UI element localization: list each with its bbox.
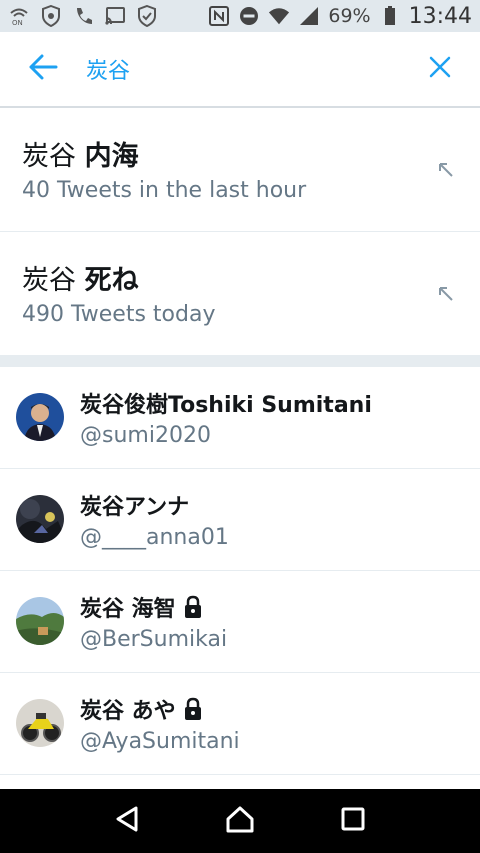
user-display-name: 炭谷アンナ bbox=[80, 489, 189, 521]
nfc-icon bbox=[208, 5, 230, 27]
clock: 13:44 bbox=[408, 3, 472, 29]
battery-percent: 69% bbox=[328, 5, 371, 27]
battery-icon bbox=[379, 5, 401, 27]
user-result-row[interactable]: 炭谷俊樹Toshiki Sumitani @sumi2020 bbox=[0, 367, 480, 469]
nav-recents-button[interactable] bbox=[323, 791, 383, 851]
clear-search-button[interactable] bbox=[400, 31, 480, 107]
system-nav-bar bbox=[0, 789, 480, 853]
signal-icon bbox=[298, 5, 320, 27]
shield-check-icon bbox=[136, 5, 158, 27]
back-triangle-icon bbox=[114, 805, 140, 837]
avatar bbox=[16, 495, 64, 543]
do-not-disturb-icon bbox=[238, 5, 260, 27]
suggestion-title: 炭谷 内海 bbox=[22, 134, 139, 173]
user-handle: @sumi2020 bbox=[80, 423, 211, 448]
fill-query-arrow-icon[interactable] bbox=[434, 158, 458, 182]
search-query-input[interactable]: 炭谷 bbox=[86, 53, 400, 85]
recents-square-icon bbox=[341, 807, 365, 835]
search-suggestion[interactable]: 炭谷 死ね 490 Tweets today bbox=[0, 232, 480, 356]
user-result-row[interactable]: 炭谷アンナ @____anna01 bbox=[0, 469, 480, 571]
suggestion-subtitle: 40 Tweets in the last hour bbox=[22, 178, 307, 203]
user-name-text: 炭谷 あや bbox=[80, 699, 176, 724]
back-button[interactable] bbox=[0, 31, 86, 107]
status-bar: ON 69% 13:44 bbox=[0, 0, 480, 32]
suggestion-subtitle: 490 Tweets today bbox=[22, 302, 216, 327]
suggestion-highlight: 内海 bbox=[84, 141, 139, 172]
lock-icon bbox=[182, 595, 204, 619]
user-handle: @BerSumikai bbox=[80, 627, 228, 652]
suggestion-prefix: 炭谷 bbox=[22, 141, 85, 172]
user-display-name: 炭谷 あや bbox=[80, 693, 204, 725]
list-item bbox=[0, 775, 480, 789]
user-display-name: 炭谷俊樹Toshiki Sumitani bbox=[80, 387, 372, 419]
avatar bbox=[16, 393, 64, 441]
user-result-row[interactable]: 炭谷 海智 @BerSumikai bbox=[0, 571, 480, 673]
search-suggestion[interactable]: 炭谷 内海 40 Tweets in the last hour bbox=[0, 108, 480, 232]
avatar bbox=[16, 597, 64, 645]
phone-icon bbox=[72, 5, 94, 27]
svg-text:ON: ON bbox=[12, 19, 23, 27]
close-icon bbox=[429, 56, 451, 82]
suggestion-title: 炭谷 死ね bbox=[22, 258, 139, 297]
user-handle: @AyaSumitani bbox=[80, 729, 240, 754]
cast-icon bbox=[104, 5, 126, 27]
shield-icon bbox=[40, 5, 62, 27]
user-display-name: 炭谷 海智 bbox=[80, 591, 204, 623]
wifi-icon bbox=[268, 5, 290, 27]
home-icon bbox=[225, 805, 255, 837]
user-handle: @____anna01 bbox=[80, 525, 229, 550]
user-name-text: 炭谷俊樹Toshiki Sumitani bbox=[80, 393, 372, 418]
user-name-text: 炭谷アンナ bbox=[80, 495, 190, 520]
user-result-row[interactable]: 炭谷 あや @AyaSumitani bbox=[0, 673, 480, 775]
lock-icon bbox=[182, 697, 204, 721]
suggestion-highlight: 死ね bbox=[84, 265, 139, 296]
user-name-text: 炭谷 海智 bbox=[80, 597, 176, 622]
wifi-calling-icon: ON bbox=[8, 5, 30, 27]
section-divider bbox=[0, 355, 480, 367]
nav-home-button[interactable] bbox=[210, 791, 270, 851]
avatar bbox=[16, 699, 64, 747]
nav-back-button[interactable] bbox=[97, 791, 157, 851]
suggestion-prefix: 炭谷 bbox=[22, 265, 85, 296]
arrow-left-icon bbox=[28, 54, 58, 84]
search-header: 炭谷 bbox=[0, 32, 480, 108]
fill-query-arrow-icon[interactable] bbox=[434, 282, 458, 306]
